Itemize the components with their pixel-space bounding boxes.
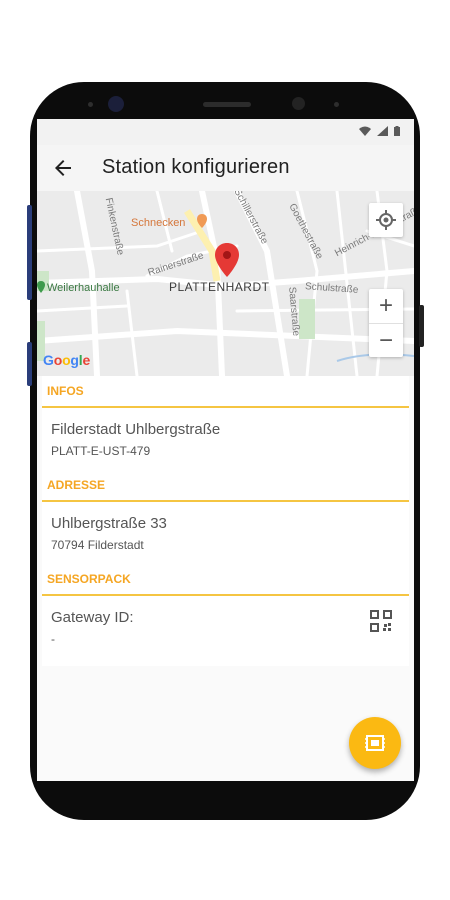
power-button: [419, 305, 424, 347]
my-location-button[interactable]: [369, 203, 403, 237]
sensorpack-section: SENSORPACK Gateway ID: -: [42, 564, 409, 664]
page-title: Station konfigurieren: [102, 156, 290, 178]
infos-section: INFOS Filderstadt Uhlbergstraße PLATT-E-…: [42, 376, 409, 470]
poi-label: Schnecken: [131, 217, 186, 229]
section-divider: [42, 594, 409, 596]
sensor-dot: [88, 102, 93, 107]
sensor-dot: [334, 102, 339, 107]
battery-icon: [394, 126, 400, 136]
poi-marker-icon: [197, 214, 207, 228]
wifi-icon: [359, 126, 371, 136]
status-bar: [37, 119, 414, 145]
section-divider: [42, 406, 409, 408]
map-view[interactable]: Finkenstraße Schillerstraße Goethestraße…: [37, 191, 414, 376]
city-label: PLATTENHARDT: [169, 280, 270, 294]
sd-card-icon: [365, 735, 385, 751]
address-street: Uhlbergstraße 33: [51, 515, 167, 532]
gateway-value: -: [51, 632, 55, 646]
address-city: 70794 Filderstadt: [51, 538, 144, 552]
section-divider: [42, 500, 409, 502]
crosshair-icon: [376, 210, 396, 230]
poi-green-marker-icon: [37, 281, 45, 293]
details-card: INFOS Filderstadt Uhlbergstraße PLATT-E-…: [42, 376, 409, 666]
earpiece-speaker: [203, 102, 251, 107]
signal-icon: [377, 126, 388, 136]
side-button: [27, 342, 32, 386]
app-bar: Station konfigurieren: [37, 145, 414, 191]
station-name: Filderstadt Uhlbergstraße: [51, 421, 221, 438]
save-fab-button[interactable]: [349, 717, 401, 769]
zoom-controls: + −: [369, 289, 403, 357]
back-arrow-icon[interactable]: [51, 156, 75, 180]
section-title-infos: INFOS: [47, 384, 84, 398]
location-pin-icon[interactable]: [215, 243, 239, 277]
section-title-adresse: ADRESSE: [47, 478, 106, 492]
adresse-section: ADRESSE Uhlbergstraße 33 70794 Fildersta…: [42, 470, 409, 564]
volume-button: [27, 205, 32, 300]
zoom-in-button[interactable]: +: [369, 289, 403, 324]
screen: Station konfigurieren Finkenstraße Schil…: [37, 119, 414, 781]
zoom-out-button[interactable]: −: [369, 324, 403, 357]
section-title-sensorpack: SENSORPACK: [47, 572, 131, 586]
station-id: PLATT-E-UST-479: [51, 444, 151, 458]
gateway-label: Gateway ID:: [51, 609, 134, 626]
qr-scan-icon[interactable]: [369, 609, 393, 633]
poi-label: Weilerhauhalle: [47, 282, 120, 294]
google-logo: Google: [43, 352, 91, 368]
front-camera: [108, 96, 124, 112]
proximity-sensor: [292, 97, 305, 110]
